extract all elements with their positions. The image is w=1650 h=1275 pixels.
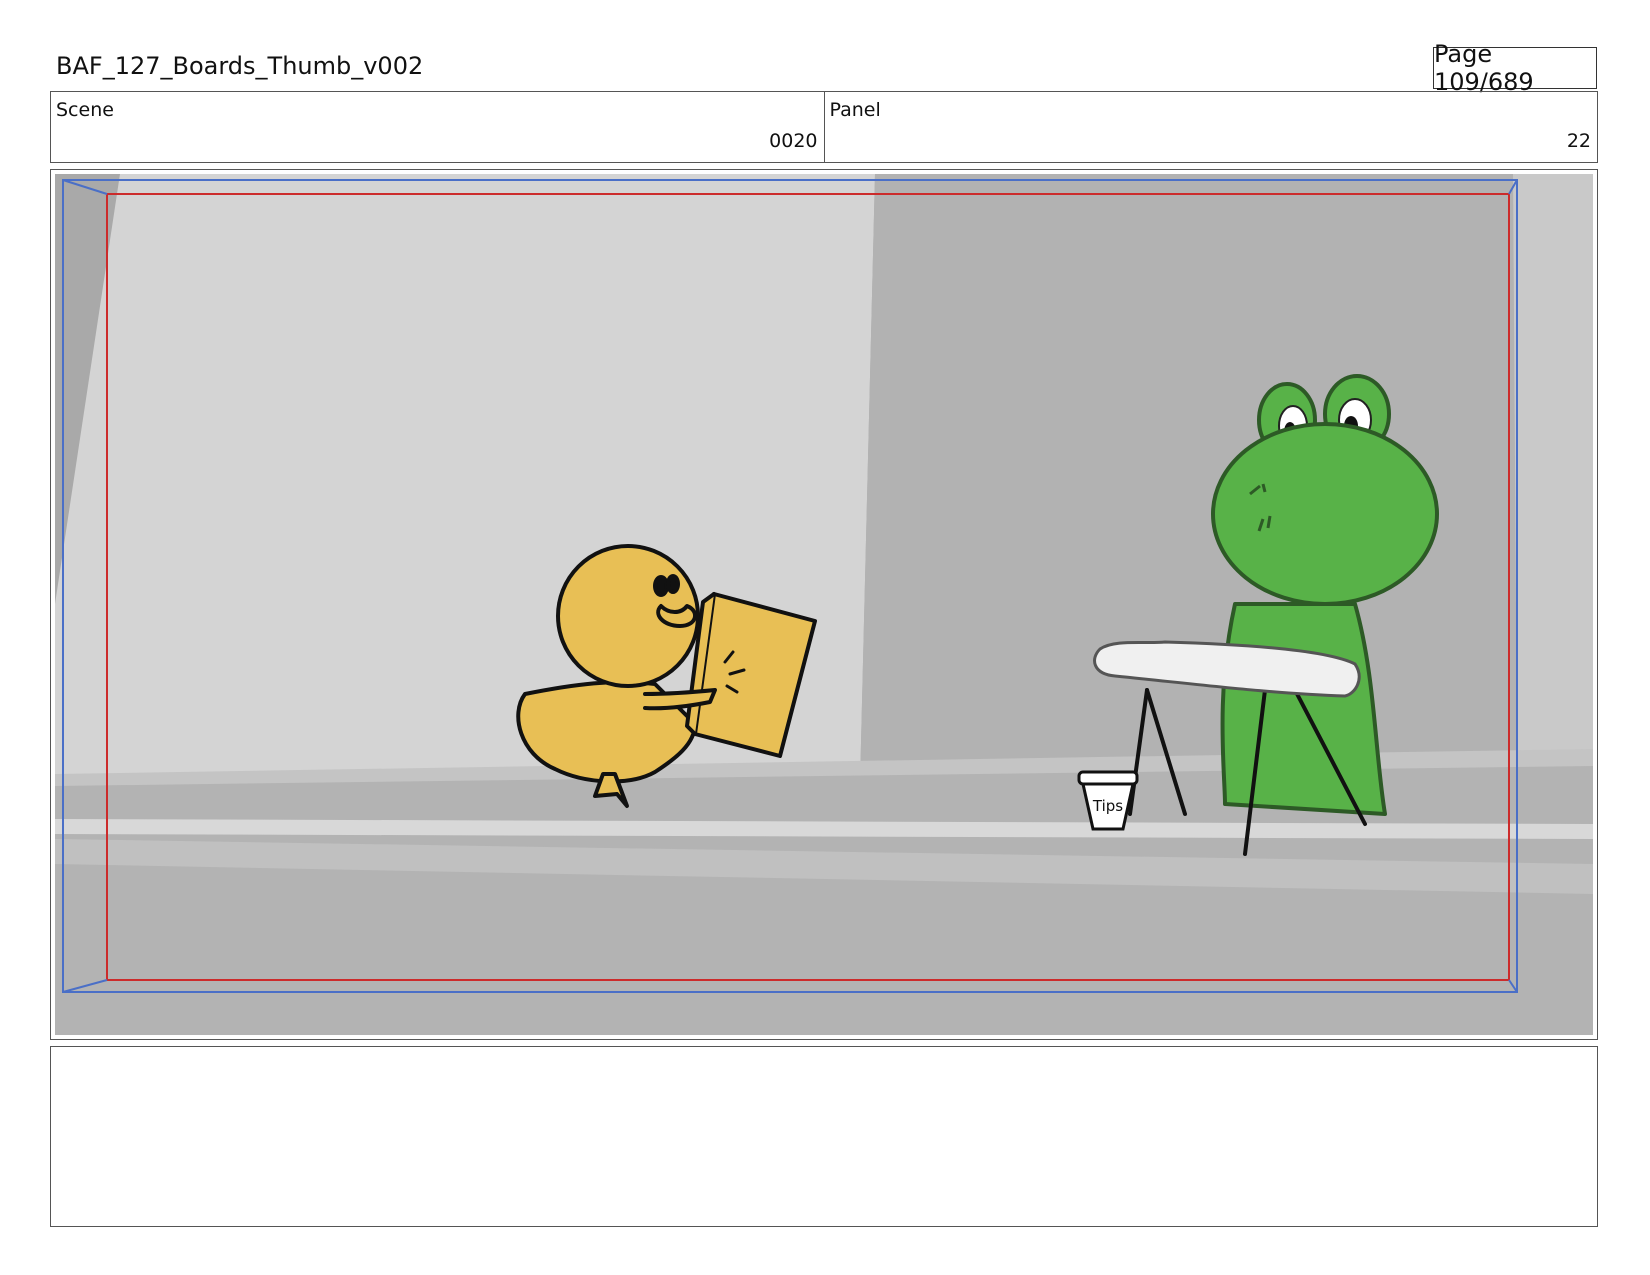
tips-cup-label: Tips [1092, 797, 1123, 815]
storyboard-frame: Tips [50, 169, 1598, 1040]
scene-cell: Scene 0020 [51, 92, 824, 162]
scene-panel-header: Scene 0020 Panel 22 [50, 91, 1598, 163]
scene-value: 0020 [769, 130, 818, 152]
storyboard-drawing: Tips [55, 174, 1593, 1035]
panel-label: Panel [829, 99, 881, 121]
panel-value: 22 [1566, 130, 1591, 152]
panel-cell: Panel 22 [823, 92, 1598, 162]
page-number: Page 109/689 [1433, 40, 1597, 96]
document-title: BAF_127_Boards_Thumb_v002 [56, 52, 424, 80]
notes-box [50, 1046, 1598, 1227]
lit-wall-edge [1513, 174, 1593, 764]
scene-label: Scene [56, 99, 114, 121]
